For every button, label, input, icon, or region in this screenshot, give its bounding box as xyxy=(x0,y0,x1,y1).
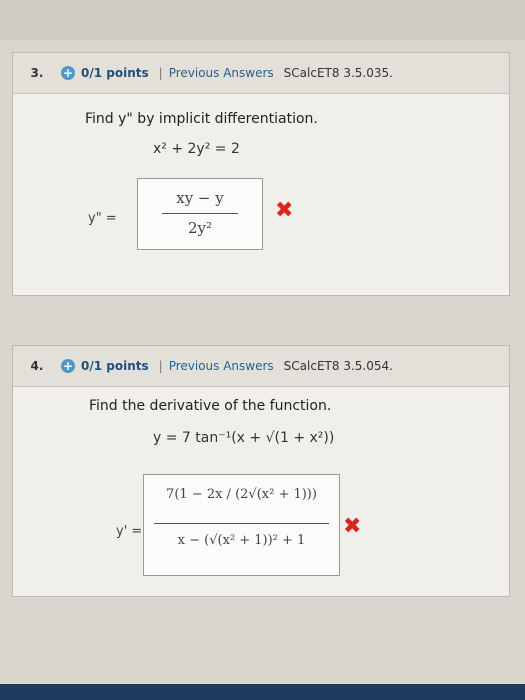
plus-circle-icon[interactable]: + xyxy=(61,359,75,373)
fraction-bar xyxy=(162,213,238,214)
question-3-header: 3. + 0/1 points | Previous Answers SCalc… xyxy=(13,53,509,94)
answer-box[interactable]: 7(1 − 2x / (2√(x² + 1))) x − (√(x² + 1))… xyxy=(143,474,340,576)
separator: | xyxy=(158,66,163,80)
fraction-bar xyxy=(154,523,329,524)
points: 0/1 points xyxy=(81,359,149,373)
plus-circle-icon[interactable]: + xyxy=(61,66,75,80)
answer-label: y' = xyxy=(116,524,143,539)
question-code: SCalcET8 3.5.035. xyxy=(283,66,393,80)
question-3: 3. + 0/1 points | Previous Answers SCalc… xyxy=(12,52,510,296)
equation: y = 7 tan⁻¹(x + √(1 + x²)) xyxy=(153,430,335,446)
question-4-header: 4. + 0/1 points | Previous Answers SCalc… xyxy=(13,346,509,387)
question-number: 3. xyxy=(30,66,44,80)
x-mark-icon: ✖ xyxy=(343,514,362,539)
answer-box[interactable]: xy − y 2y² xyxy=(137,178,263,250)
answer-denominator: x − (√(x² + 1))² + 1 xyxy=(177,533,306,548)
question-prompt: Find y" by implicit differentiation. xyxy=(85,111,318,127)
answer-denominator: 2y² xyxy=(187,219,213,237)
answer-label: y" = xyxy=(88,211,117,226)
x-mark-icon: ✖ xyxy=(275,198,294,223)
bottom-bar xyxy=(0,684,525,700)
answer-numerator: 7(1 − 2x / (2√(x² + 1))) xyxy=(166,487,317,502)
question-number: 4. xyxy=(30,359,44,373)
answer-numerator: xy − y xyxy=(176,189,224,207)
previous-answers-link[interactable]: Previous Answers xyxy=(169,66,274,80)
separator: | xyxy=(158,359,163,373)
previous-answers-link[interactable]: Previous Answers xyxy=(169,359,274,373)
question-code: SCalcET8 3.5.054. xyxy=(283,359,393,373)
question-4: 4. + 0/1 points | Previous Answers SCalc… xyxy=(12,345,510,597)
question-prompt: Find the derivative of the function. xyxy=(89,398,332,414)
page-header-area xyxy=(0,0,525,40)
equation: x² + 2y² = 2 xyxy=(153,141,240,157)
points: 0/1 points xyxy=(81,66,149,80)
